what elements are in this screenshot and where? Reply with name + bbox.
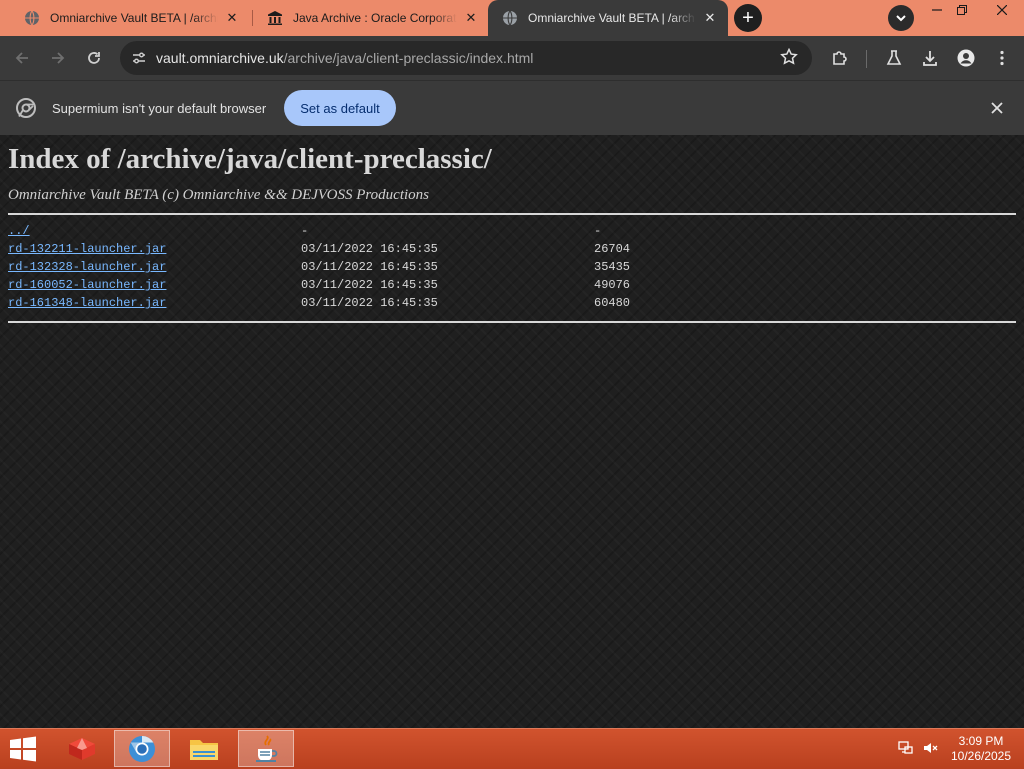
java-icon [256, 734, 278, 762]
file-date: 03/11/2022 16:45:35 [301, 278, 438, 292]
restore-icon [957, 5, 967, 15]
clock-time: 3:09 PM [958, 734, 1004, 748]
bookmark-star-icon[interactable] [780, 47, 798, 71]
default-browser-infobar: Supermium isn't your default browser Set… [0, 80, 1024, 135]
more-vertical-icon [1000, 50, 1004, 66]
labs-button[interactable] [880, 44, 908, 72]
taskbar-app-java[interactable] [238, 730, 294, 767]
new-tab-button[interactable]: + [734, 4, 762, 32]
chromium-logo-icon [16, 98, 36, 123]
close-tab-icon[interactable]: ✕ [463, 10, 479, 26]
tab-title: Omniarchive Vault BETA | /archive/java/c… [50, 11, 218, 25]
url-path: /archive/java/client-preclassic/index.ht… [283, 50, 534, 66]
close-tab-icon[interactable]: ✕ [224, 10, 240, 26]
url-host: vault.omniarchive.uk [156, 50, 284, 66]
arrow-right-icon [52, 52, 65, 64]
listing-row: rd-132328-launcher.jar 03/11/2022 16:45:… [8, 260, 1016, 278]
tab-omniarchive-1[interactable]: Omniarchive Vault BETA | /archive/java/c… [10, 0, 250, 36]
file-size: 49076 [594, 278, 631, 292]
page-subtitle: Omniarchive Vault BETA (c) Omniarchive &… [8, 187, 429, 203]
tab-title: Java Archive : Oracle Corporation [293, 11, 457, 25]
minimize-icon [932, 9, 942, 11]
browser-toolbar: vault.omniarchive.uk/archive/java/client… [0, 36, 1024, 80]
close-icon [991, 102, 1003, 114]
close-icon [997, 5, 1007, 15]
taskbar-app-browser[interactable] [114, 730, 170, 767]
tab-java-archive[interactable]: Java Archive : Oracle Corporation ✕ [253, 0, 489, 36]
arrow-left-icon [15, 52, 28, 64]
file-size: 60480 [594, 296, 631, 310]
flask-icon [886, 50, 902, 65]
bottom-divider [8, 321, 1016, 323]
toolbar-divider [866, 50, 867, 68]
taskbar-app-package[interactable] [54, 730, 110, 767]
file-link[interactable]: ../ [8, 224, 30, 238]
speaker-muted-icon[interactable] [922, 740, 938, 761]
windows-start-button[interactable] [8, 736, 38, 762]
network-icon[interactable] [898, 740, 914, 761]
file-size: 35435 [594, 260, 631, 274]
tab-omniarchive-active[interactable]: Omniarchive Vault BETA | /archive/java/c… [488, 0, 728, 36]
windows-logo-icon [10, 736, 36, 762]
file-link[interactable]: rd-161348-launcher.jar [8, 296, 166, 310]
taskbar: 3:09 PM 10/26/2025 [0, 728, 1024, 769]
globe-icon [24, 10, 40, 26]
file-link[interactable]: rd-132328-launcher.jar [8, 260, 166, 274]
account-icon [957, 49, 975, 67]
profile-button[interactable] [952, 44, 980, 72]
chrome-browser-icon [129, 735, 155, 762]
directory-listing: ../ - - rd-132211-launcher.jar 03/11/202… [8, 224, 1016, 314]
extensions-button[interactable] [826, 44, 854, 72]
clock-date: 10/26/2025 [950, 749, 1012, 763]
globe-icon [502, 10, 518, 26]
reload-icon [88, 52, 100, 64]
puzzle-icon [833, 51, 847, 65]
infobar-message: Supermium isn't your default browser [52, 101, 267, 116]
tab-strip: Omniarchive Vault BETA | /archive/java/c… [0, 0, 1024, 36]
file-link[interactable]: rd-132211-launcher.jar [8, 242, 166, 256]
set-default-button[interactable]: Set as default [284, 90, 396, 126]
restore-button[interactable] [947, 0, 977, 20]
file-date: 03/11/2022 16:45:35 [301, 242, 438, 256]
file-size: - [594, 224, 602, 238]
top-divider [8, 213, 1016, 215]
file-date: 03/11/2022 16:45:35 [301, 296, 438, 310]
file-size: 26704 [594, 242, 631, 256]
listing-row: rd-160052-launcher.jar 03/11/2022 16:45:… [8, 278, 1016, 296]
close-window-button[interactable] [980, 0, 1024, 20]
menu-button[interactable] [988, 44, 1016, 72]
chevron-down-icon [896, 15, 906, 22]
listing-row: rd-161348-launcher.jar 03/11/2022 16:45:… [8, 296, 1016, 314]
listing-row: rd-132211-launcher.jar 03/11/2022 16:45:… [8, 242, 1016, 260]
page-title: Index of /archive/java/client-preclassic… [8, 143, 492, 175]
downloads-button[interactable] [916, 44, 944, 72]
page-content: Index of /archive/java/client-preclassic… [0, 135, 1024, 728]
file-date: - [301, 224, 309, 238]
package-icon [69, 737, 95, 760]
file-link[interactable]: rd-160052-launcher.jar [8, 278, 166, 292]
forward-button[interactable] [44, 44, 72, 72]
back-button[interactable] [8, 44, 36, 72]
file-date: 03/11/2022 16:45:35 [301, 260, 438, 274]
listing-row-parent: ../ - - [8, 224, 1016, 242]
address-bar[interactable]: vault.omniarchive.uk/archive/java/client… [120, 41, 812, 75]
tab-title: Omniarchive Vault BETA | /archive/java/c… [528, 11, 696, 25]
tab-search-button[interactable] [888, 5, 914, 31]
taskbar-app-explorer[interactable] [176, 730, 232, 767]
site-info-icon[interactable] [124, 43, 154, 73]
file-explorer-icon [190, 739, 218, 760]
close-infobar-button[interactable] [986, 97, 1008, 119]
bank-icon [267, 10, 283, 26]
url-text[interactable]: vault.omniarchive.uk/archive/java/client… [156, 50, 533, 66]
download-icon [923, 51, 937, 66]
reload-button[interactable] [80, 44, 108, 72]
close-tab-icon[interactable]: ✕ [702, 10, 718, 26]
system-clock[interactable]: 3:09 PM 10/26/2025 [948, 734, 1014, 764]
